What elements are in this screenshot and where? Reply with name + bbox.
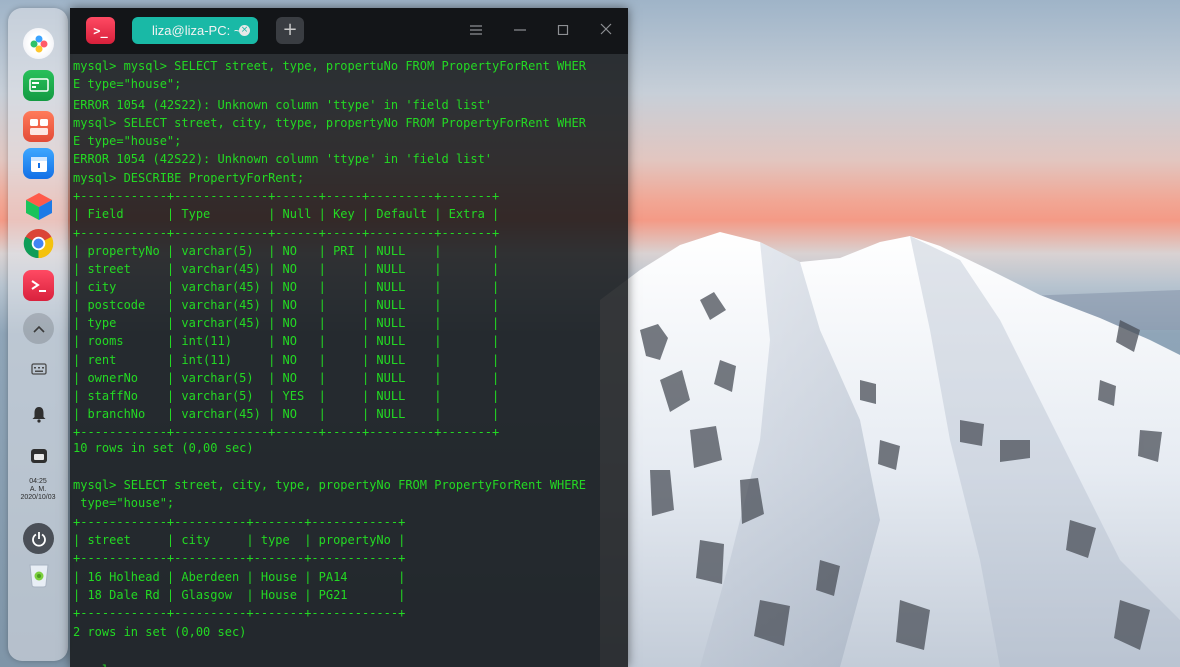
- app-store-icon[interactable]: [23, 111, 54, 142]
- terminal-line: | postcode | varchar(45) | NO | | NULL |…: [73, 298, 500, 312]
- keyboard-icon[interactable]: [23, 353, 54, 384]
- terminal-line: mysql> DESCRIBE PropertyForRent;: [73, 171, 305, 185]
- terminal-line: ERROR 1054 (42S22): Unknown column 'ttyp…: [73, 152, 493, 166]
- terminal-output[interactable]: mysql> mysql> SELECT street, type, prope…: [70, 54, 628, 667]
- cube-app-icon[interactable]: [23, 190, 54, 221]
- terminal-line: | rooms | int(11) | NO | | NULL | |: [73, 334, 500, 348]
- terminal-line: +------------+-------------+------+-----…: [73, 226, 500, 240]
- clock-date: 2020/10/03: [20, 494, 56, 501]
- tab-title: liza@liza-PC: ~: [152, 23, 242, 38]
- terminal-line: ERROR 1054 (42S22): Unknown column 'ttyp…: [73, 98, 493, 112]
- terminal-line: | street | city | type | propertyNo |: [73, 533, 406, 547]
- chrome-icon[interactable]: [23, 228, 54, 259]
- dock: 04:25 A. M. 2020/10/03: [8, 8, 68, 661]
- close-icon[interactable]: [595, 20, 617, 42]
- device-manager-icon[interactable]: [23, 148, 54, 179]
- tab-terminal[interactable]: liza@liza-PC: ~ ×: [132, 17, 258, 44]
- terminal-line: | city | varchar(45) | NO | | NULL | |: [73, 280, 500, 294]
- clock-time: 04:25: [29, 478, 47, 485]
- terminal-line: | propertyNo | varchar(5) | NO | PRI | N…: [73, 244, 500, 258]
- window-icon[interactable]: [23, 440, 54, 471]
- tab-close-icon[interactable]: ×: [239, 25, 250, 36]
- terminal-line: E type="house";: [73, 134, 182, 148]
- terminal-line: E type="house";: [73, 77, 182, 91]
- terminal-line: type="house";: [73, 496, 175, 510]
- terminal-line: | 18 Dale Rd | Glasgow | House | PG21 |: [73, 588, 406, 602]
- terminal-window[interactable]: >_ liza@liza-PC: ~ × + mysql> mysql> SEL…: [70, 8, 628, 667]
- terminal-line: | street | varchar(45) | NO | | NULL | |: [73, 262, 500, 276]
- terminal-line: 10 rows in set (0,00 sec): [73, 441, 254, 455]
- trash-icon[interactable]: [23, 559, 54, 590]
- terminal-line: | staffNo | varchar(5) | YES | | NULL | …: [73, 389, 500, 403]
- terminal-line: | Field | Type | Null | Key | Default | …: [73, 207, 500, 221]
- terminal-line: mysql> SELECT street, city, ttype, prope…: [73, 116, 586, 130]
- terminal-line: +------------+----------+-------+-------…: [73, 515, 406, 529]
- dock-clock[interactable]: 04:25 A. M. 2020/10/03: [8, 478, 68, 502]
- clock-ampm: A. M.: [29, 486, 47, 493]
- terminal-line: mysql>: [73, 661, 124, 667]
- terminal-line: | ownerNo | varchar(5) | NO | | NULL | |: [73, 371, 500, 385]
- terminal-line: | 16 Holhead | Aberdeen | House | PA14 |: [73, 570, 406, 584]
- terminal-line: | rent | int(11) | NO | | NULL | |: [73, 353, 500, 367]
- terminal-line: | branchNo | varchar(45) | NO | | NULL |…: [73, 407, 500, 421]
- terminal-line: 2 rows in set (0,00 sec): [73, 625, 247, 639]
- desktop: 04:25 A. M. 2020/10/03 >_ liza@liza-PC: …: [0, 0, 1180, 667]
- launcher-icon[interactable]: [23, 28, 54, 59]
- system-monitor-icon[interactable]: [23, 70, 54, 101]
- bell-icon[interactable]: [23, 398, 54, 429]
- menu-icon[interactable]: [465, 20, 487, 42]
- terminal-line: mysql> mysql> SELECT street, type, prope…: [73, 59, 586, 73]
- minimize-icon[interactable]: [509, 20, 531, 42]
- titlebar[interactable]: >_ liza@liza-PC: ~ × +: [70, 8, 628, 54]
- new-tab-button[interactable]: +: [276, 17, 304, 44]
- terminal-app-icon: >_: [86, 17, 115, 44]
- terminal-line: +------------+-------------+------+-----…: [73, 189, 500, 203]
- chevron-up-icon[interactable]: [23, 313, 54, 344]
- terminal-icon[interactable]: [23, 270, 54, 301]
- power-icon[interactable]: [23, 523, 54, 554]
- terminal-line: mysql> SELECT street, city, type, proper…: [73, 478, 586, 492]
- terminal-line: | type | varchar(45) | NO | | NULL | |: [73, 316, 500, 330]
- maximize-icon[interactable]: [552, 20, 574, 42]
- terminal-line: +------------+----------+-------+-------…: [73, 606, 406, 620]
- terminal-line: +------------+----------+-------+-------…: [73, 551, 406, 565]
